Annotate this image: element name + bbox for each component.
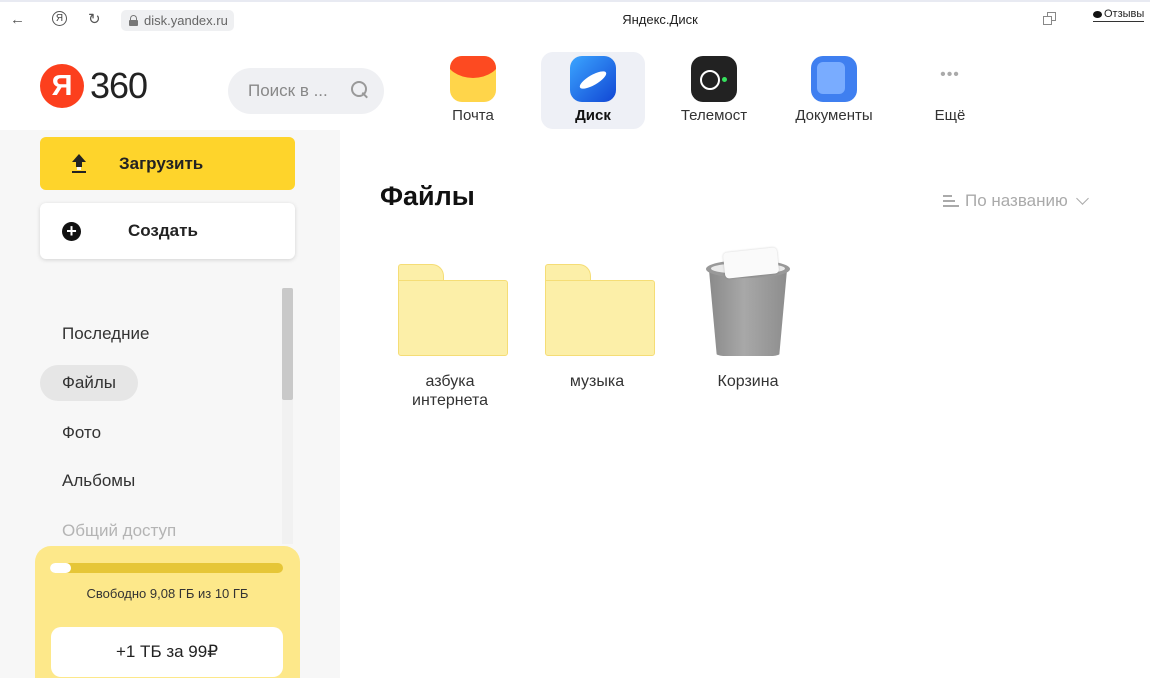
nav-item-files[interactable]: Файлы: [40, 365, 139, 401]
app-telemost[interactable]: Телемост: [676, 52, 752, 130]
more-icon: •••: [940, 66, 960, 83]
folder-icon: [545, 264, 655, 356]
app-label: Ещё: [934, 107, 966, 124]
storage-text: Свободно 9,08 ГБ из 10 ГБ: [86, 586, 249, 601]
storage-panel: Свободно 9,08 ГБ из 10 ГБ +1 ТБ за 99₽: [35, 546, 300, 678]
telemost-icon: [691, 56, 737, 102]
yandex-360-logo[interactable]: Я 360: [40, 64, 148, 108]
logo-text: 360: [90, 65, 148, 106]
chevron-down-icon: [1075, 191, 1089, 205]
page-heading: Файлы: [380, 181, 475, 211]
app-label: Документы: [795, 107, 873, 124]
app-mail[interactable]: Почта: [446, 52, 500, 130]
sidebar-scrollbar[interactable]: [282, 288, 293, 544]
plus-icon: +: [62, 222, 81, 241]
search-icon[interactable]: [351, 81, 368, 98]
buy-storage-button[interactable]: +1 ТБ за 99₽: [51, 627, 283, 677]
page-title: Яндекс.Диск: [622, 12, 698, 27]
folder-icon: [398, 264, 508, 356]
bookmark-icon[interactable]: [1042, 11, 1057, 26]
upload-icon: [72, 154, 86, 172]
app-documents[interactable]: Документы: [787, 52, 881, 130]
file-name: азбука интернета: [412, 373, 488, 409]
folder-item[interactable]: музыка: [527, 246, 657, 426]
app-label: Телемост: [680, 107, 748, 124]
sort-dropdown[interactable]: По названию: [943, 191, 1089, 211]
trash-icon: [706, 247, 790, 356]
trash-item[interactable]: Корзина: [690, 246, 820, 426]
documents-icon: [811, 56, 857, 102]
app-label: Почта: [452, 107, 494, 124]
disk-icon: [570, 56, 616, 102]
mail-icon: [450, 56, 496, 102]
nav-item-albums[interactable]: Альбомы: [40, 463, 157, 499]
storage-progress-fill: [50, 563, 72, 573]
search-placeholder: Поиск в ...: [248, 81, 328, 100]
upload-label: Загрузить: [119, 153, 204, 173]
file-name: Корзина: [717, 373, 779, 390]
create-button[interactable]: + Создать: [40, 203, 295, 259]
scroll-thumb[interactable]: [282, 288, 293, 400]
speech-bubble-icon: [1093, 10, 1102, 18]
feedback-link[interactable]: Отзывы: [1093, 8, 1145, 22]
search-input[interactable]: Поиск в ...: [228, 68, 384, 114]
sidebar: Загрузить + Создать Последние Файлы Фото…: [0, 130, 340, 678]
storage-progress-bar: [50, 563, 283, 573]
feedback-label: Отзывы: [1104, 8, 1145, 20]
sort-icon: [943, 194, 959, 208]
nav-item-recent[interactable]: Последние: [40, 316, 171, 352]
folder-item[interactable]: азбука интернета: [380, 246, 510, 426]
sort-label: По названию: [965, 191, 1068, 210]
app-label: Диск: [575, 107, 611, 124]
app-more[interactable]: ••• Ещё: [920, 52, 980, 130]
upload-button[interactable]: Загрузить: [40, 137, 295, 190]
file-name: музыка: [569, 373, 625, 390]
create-label: Создать: [128, 221, 198, 240]
logo-letter: Я: [40, 64, 84, 108]
nav-item-shared[interactable]: Общий доступ: [40, 513, 198, 549]
nav-item-photo[interactable]: Фото: [40, 415, 123, 451]
app-disk[interactable]: Диск: [541, 52, 645, 129]
browser-bar: ← Я ↻ disk.yandex.ru Яндекс.Диск Отзывы: [0, 0, 1150, 38]
